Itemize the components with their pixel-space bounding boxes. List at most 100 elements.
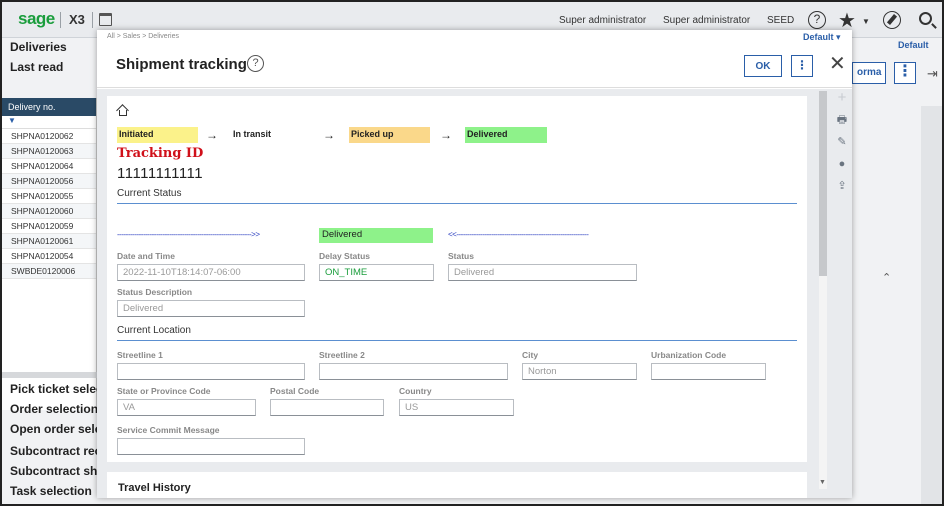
list-item[interactable]: SHPNA0120063	[2, 144, 96, 159]
view-selector[interactable]: Default ▾	[803, 32, 841, 43]
list-item[interactable]: SHPNA0120056	[2, 174, 96, 189]
tracking-id-value: 11111111111	[117, 165, 204, 182]
date-time-label: Date and Time	[117, 251, 175, 261]
step-initiated: Initiated	[117, 127, 198, 143]
background-more-button[interactable]: ⋮	[894, 62, 916, 84]
status-label: Status	[448, 251, 474, 261]
help-icon[interactable]: ?	[808, 11, 826, 29]
print-icon[interactable]: 🖶	[835, 113, 849, 127]
dialog-title: Shipment tracking	[116, 56, 247, 73]
menu-item-open-order[interactable]: Open order selec	[10, 422, 108, 436]
close-icon[interactable]: ✕	[829, 53, 846, 75]
breadcrumb[interactable]: All > Sales > Deliveries	[107, 33, 179, 40]
background-toolbar	[921, 106, 942, 504]
date-time-field[interactable]: 2022-11-10T18:14:07-06:00	[117, 264, 305, 281]
city-label: City	[522, 350, 539, 360]
delay-status-field[interactable]: ON_TIME	[319, 264, 434, 281]
step-delivered: Delivered	[465, 127, 547, 143]
background-form-button[interactable]: orma	[852, 62, 886, 84]
scroll-down-icon[interactable]: ▼	[819, 479, 826, 486]
filter-icon[interactable]: ▼	[2, 116, 96, 129]
divider	[117, 340, 797, 341]
delivery-list: Delivery no. ▼ SHPNA0120062 SHPNA0120063…	[2, 98, 97, 410]
streetline2-field[interactable]	[319, 363, 508, 380]
divider	[117, 203, 797, 204]
delay-status-label: Delay Status	[319, 251, 371, 261]
user-role[interactable]: Super administrator	[559, 15, 646, 26]
step-in-transit: In transit	[233, 129, 272, 139]
horizontal-scrollbar[interactable]	[2, 372, 97, 378]
chevron-up-icon[interactable]: ⌃	[882, 271, 891, 284]
app-window: sage X3 Super administrator Super admini…	[0, 0, 944, 506]
list-item[interactable]: SHPNA0120054	[2, 249, 96, 264]
shipment-tracking-dialog: All > Sales > Deliveries Default ▾ Shipm…	[97, 30, 852, 498]
menu-item-order-selection[interactable]: Order selection	[10, 402, 98, 416]
folder-name[interactable]: SEED	[767, 15, 794, 26]
travel-history-title: Travel History	[118, 482, 191, 494]
product-name: X3	[69, 12, 85, 27]
search-icon[interactable]	[919, 12, 932, 25]
attachment-icon[interactable]: ✎	[835, 135, 849, 149]
tracking-card: Initiated → In transit → Picked up → Del…	[107, 96, 807, 462]
streetline1-label: Streetline 1	[117, 350, 163, 360]
view-selector[interactable]: Default	[898, 40, 929, 50]
menu-item-task-selection[interactable]: Task selection	[10, 484, 92, 498]
list-header[interactable]: Delivery no.	[2, 98, 96, 116]
list-item[interactable]: SHPNA0120055	[2, 189, 96, 204]
status-description-label: Status Description	[117, 287, 193, 297]
list-item[interactable]: SWBDE0120006	[2, 264, 96, 279]
postal-code-label: Postal Code	[270, 386, 320, 396]
list-item[interactable]: SHPNA0120060	[2, 204, 96, 219]
status-field[interactable]: Delivered	[448, 264, 637, 281]
current-status-title: Current Status	[117, 188, 182, 199]
step-picked-up: Picked up	[349, 127, 430, 143]
arrow-right-icon: →	[323, 128, 335, 142]
background-right-panel: Default orma ⋮ ⇥ ⌃	[852, 38, 942, 504]
chevron-down-icon[interactable]: ▼	[862, 17, 870, 26]
arrow-right-icon: →	[440, 128, 452, 142]
view-selector-label: Default	[803, 32, 834, 42]
streetline2-label: Streetline 2	[319, 350, 365, 360]
city-field[interactable]: Norton	[522, 363, 637, 380]
comment-icon[interactable]: ●	[835, 157, 849, 171]
arrow-right-icon: →	[206, 128, 218, 142]
service-commit-field[interactable]	[117, 438, 305, 455]
status-description-field[interactable]: Delivered	[117, 300, 305, 317]
scrollbar-thumb[interactable]	[819, 91, 827, 276]
compass-icon[interactable]	[883, 11, 901, 29]
list-item[interactable]: SHPNA0120061	[2, 234, 96, 249]
export-icon[interactable]: ⇪	[835, 179, 849, 193]
ok-button[interactable]: OK	[744, 55, 782, 77]
urbanization-code-field[interactable]	[651, 363, 766, 380]
user-name[interactable]: Super administrator	[663, 15, 750, 26]
list-item[interactable]: SHPNA0120064	[2, 159, 96, 174]
postal-code-field[interactable]	[270, 399, 384, 416]
state-label: State or Province Code	[117, 386, 211, 396]
dialog-header: Shipment tracking ? OK ⋮ ✕	[97, 44, 852, 88]
sage-logo[interactable]: sage	[18, 9, 55, 29]
divider	[60, 12, 61, 28]
tracking-id-label: Tracking ID	[117, 146, 204, 161]
travel-history-card: Travel History	[107, 472, 807, 498]
add-icon[interactable]: +	[835, 90, 849, 105]
home-icon[interactable]	[116, 104, 129, 117]
vertical-scrollbar[interactable]: ▼	[819, 91, 827, 489]
more-actions-button[interactable]: ⋮	[791, 55, 813, 77]
divider	[92, 12, 93, 28]
menu-item-subcontract-shipment[interactable]: Subcontract sho	[10, 464, 105, 478]
exit-icon[interactable]: ⇥	[927, 66, 938, 82]
last-read-title: Last read	[10, 60, 64, 74]
streetline1-field[interactable]	[117, 363, 305, 380]
page-title: Deliveries	[10, 40, 67, 54]
country-field[interactable]: US	[399, 399, 514, 416]
urbanization-code-label: Urbanization Code	[651, 350, 727, 360]
list-item[interactable]: SHPNA0120059	[2, 219, 96, 234]
menu-item-pick-ticket[interactable]: Pick ticket selec	[10, 382, 103, 396]
help-icon[interactable]: ?	[247, 55, 264, 72]
current-location-title: Current Location	[117, 325, 191, 336]
state-field[interactable]: VA	[117, 399, 256, 416]
list-item[interactable]: SHPNA0120062	[2, 129, 96, 144]
status-badge: Delivered	[319, 228, 433, 243]
menu-item-subcontract-receipt[interactable]: Subcontract rec	[10, 444, 101, 458]
calendar-icon[interactable]	[99, 13, 112, 26]
